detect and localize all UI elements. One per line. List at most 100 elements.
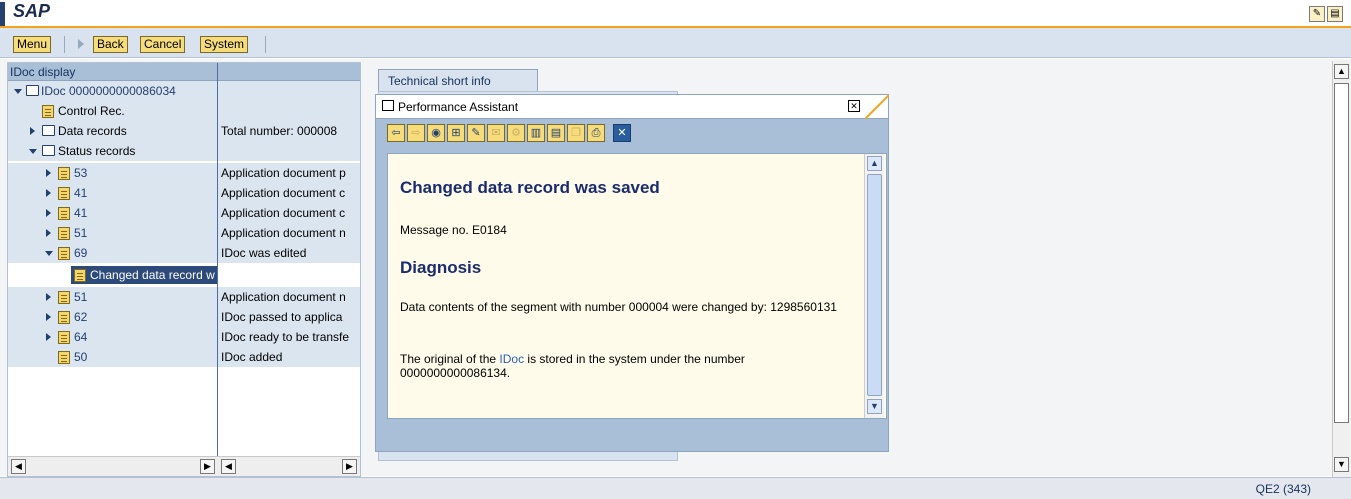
expand-icon[interactable] [46,313,51,321]
tree-value: Application document p [221,166,346,180]
folder-open-icon [26,85,39,96]
tab-technical-short-info[interactable]: Technical short info [378,69,538,91]
scroll-up-icon[interactable]: ▲ [867,156,882,171]
tree-value: IDoc added [221,350,283,364]
technical-info-icon[interactable]: ◉ [427,124,445,142]
close-icon[interactable]: ✕ [848,100,860,112]
tree-row[interactable]: 53 Application document p [8,163,360,183]
menu-separator [265,36,266,53]
document-icon [42,105,54,118]
scroll-right-icon[interactable]: ▶ [342,459,357,474]
tree-value: IDoc passed to applica [221,310,343,324]
document-icon [58,187,70,200]
back-button[interactable]: Back [93,36,128,53]
tree-row[interactable]: 69 IDoc was edited [8,243,360,263]
tree-row[interactable]: 41 Application document c [8,203,360,223]
expand-icon[interactable] [46,189,51,197]
tree-label: 41 [74,186,88,200]
collapse-icon[interactable] [14,89,22,94]
document-icon [58,247,70,260]
tree-label: 64 [74,330,88,344]
idoc-link[interactable]: IDoc [499,352,524,366]
text-fragment: The original of the [400,352,500,366]
tree-horizontal-scrollbar[interactable]: ◀ ▶ ◀ ▶ [8,456,360,476]
column-divider[interactable] [217,63,218,456]
tree-row[interactable]: 50 IDoc added [8,347,360,367]
customize-layout-icon[interactable]: ✎ [1309,6,1325,22]
tree-label: Changed data record w [90,268,215,282]
tree-row[interactable]: 41 Application document c [8,183,360,203]
collapse-icon[interactable] [29,149,37,154]
back-arrow-icon[interactable]: ⇦ [387,124,405,142]
tree-row[interactable]: 62 IDoc passed to applica [8,307,360,327]
document-icon [58,167,70,180]
tree-label: 50 [74,350,88,364]
dialog-vertical-scrollbar[interactable]: ▲ ▼ [864,154,884,418]
idoc-tree: IDoc display IDoc 0000000000086034 Contr… [7,62,361,477]
collapse-icon[interactable] [45,251,53,256]
tree-row[interactable]: 51 Application document n [8,287,360,307]
scroll-left-icon[interactable]: ◀ [11,459,26,474]
cancel-button[interactable]: Cancel [140,36,186,53]
scroll-right-icon[interactable]: ▶ [200,459,215,474]
tree-label: Data records [58,124,127,138]
layout-icon[interactable]: ▥ [527,124,545,142]
performance-assistant-dialog: Performance Assistant ✕ ⇦ ⇨ ◉ ⊞ ✎ ✉ ⚙ ▥ … [375,94,889,452]
export-icon[interactable]: ▤ [547,124,565,142]
tree-value: Application document n [221,290,346,304]
settings-icon[interactable]: ⚙ [507,124,525,142]
folder-icon [42,125,55,136]
title-accent [0,2,5,26]
tree-row[interactable]: 64 IDoc ready to be transfe [8,327,360,347]
tree-structure-icon[interactable]: ⊞ [447,124,465,142]
status-bar: QE2 (343) [0,477,1351,499]
tree-row[interactable]: 51 Application document n [8,223,360,243]
scroll-thumb[interactable] [867,174,882,396]
title-icons: ✎ ▤ [1309,6,1343,22]
help-icon[interactable]: ▤ [1327,6,1343,22]
menu-button[interactable]: Menu [13,36,52,53]
print-icon[interactable]: ⎙ [587,124,605,142]
document-icon [58,207,70,220]
tree-row[interactable]: Control Rec. [8,101,360,121]
document-icon [74,269,86,282]
tree-row[interactable]: Status records [8,141,360,161]
tree-header: IDoc display [8,63,360,81]
edit-icon[interactable]: ✎ [467,124,485,142]
tree-row[interactable]: Data records Total number: 000008 [8,121,360,141]
message-heading: Changed data record was saved [400,178,660,197]
expand-icon[interactable] [30,127,35,135]
expand-icon[interactable] [46,333,51,341]
expand-triangle-icon [78,39,84,49]
tree-header-label: IDoc display [10,65,76,79]
expand-icon[interactable] [46,293,51,301]
window-icon [382,100,394,111]
tree-label: 53 [74,166,88,180]
expand-icon[interactable] [46,229,51,237]
title-bar: SAP ✎ ▤ [0,0,1351,28]
scroll-down-icon[interactable]: ▼ [867,399,882,414]
dialog-title-bar[interactable]: Performance Assistant ✕ [376,95,889,119]
expand-icon[interactable] [46,209,51,217]
expand-icon[interactable] [46,169,51,177]
scroll-thumb[interactable] [1334,83,1349,423]
tree-row[interactable]: IDoc 0000000000086034 [8,81,360,101]
tree-value: IDoc ready to be transfe [221,330,350,344]
close-blue-icon[interactable]: ✕ [613,124,631,142]
title-slash-decoration [865,95,889,119]
help-icon[interactable]: ✉ [487,124,505,142]
scroll-left-icon[interactable]: ◀ [221,459,236,474]
scroll-up-icon[interactable]: ▲ [1334,64,1349,79]
dialog-content: Changed data record was saved Message no… [387,153,887,419]
scroll-down-icon[interactable]: ▼ [1334,457,1349,472]
tree-row-selected[interactable]: Changed data record w [8,265,360,285]
tree-label: Control Rec. [58,104,125,118]
system-info[interactable]: QE2 (343) [1256,482,1311,496]
diagnosis-text: Data contents of the segment with number… [400,300,837,314]
copy-icon[interactable]: ❐ [567,124,585,142]
document-icon [58,351,70,364]
tree-label: 51 [74,290,88,304]
forward-arrow-icon[interactable]: ⇨ [407,124,425,142]
system-button[interactable]: System [200,36,249,53]
main-vertical-scrollbar[interactable]: ▲ ▼ [1332,61,1350,479]
